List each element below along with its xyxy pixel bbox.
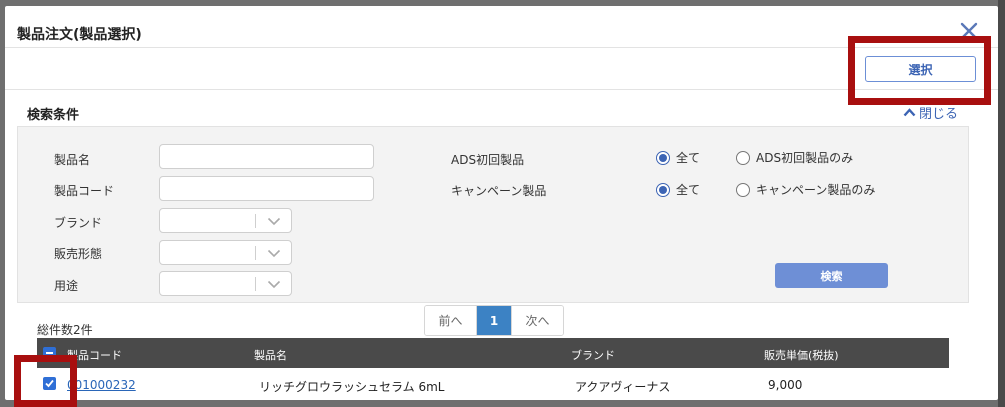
campaign-radio-only[interactable]: キャンペーン製品のみ (736, 181, 875, 198)
chevron-down-icon (267, 249, 281, 258)
modal-title: 製品注文(製品選択) (17, 27, 142, 43)
search-conditions-title: 検索条件 (27, 108, 80, 123)
table-row[interactable]: 001000232 リッチグロウラッシュセラム 6mL アクアヴィーナス 9,0… (37, 368, 949, 400)
chevron-up-icon (903, 108, 916, 117)
radio-empty-icon (736, 150, 750, 165)
select-separator (255, 214, 256, 228)
ads-label: ADS初回製品 (451, 153, 525, 167)
next-page-button[interactable]: 次へ (511, 306, 563, 335)
search-button[interactable]: 検索 (775, 263, 888, 288)
product-code-input[interactable] (159, 176, 374, 201)
brand-select[interactable] (159, 208, 292, 233)
campaign-option-only: キャンペーン製品のみ (756, 183, 876, 197)
ads-option-all: 全て (676, 151, 701, 165)
column-header-price: 販売単価(税抜) (764, 349, 839, 362)
pagination: 前へ 1 次へ (424, 305, 564, 336)
price-cell: 9,000 (768, 378, 803, 392)
ads-radio-only[interactable]: ADS初回製品のみ (736, 149, 853, 166)
radio-empty-icon (736, 182, 750, 197)
product-code-link[interactable]: 001000232 (67, 378, 136, 392)
total-count: 総件数2件 (37, 323, 93, 337)
collapse-link[interactable]: 閉じる (903, 103, 958, 122)
product-name-cell: リッチグロウラッシュセラム 6mL (259, 380, 445, 394)
chevron-down-icon (267, 217, 281, 226)
table-header: 製品コード 製品名 ブランド 販売単価(税抜) (37, 338, 949, 368)
highlight-row-checkbox (14, 355, 77, 407)
campaign-label: キャンペーン製品 (451, 184, 547, 198)
usage-label: 用途 (54, 279, 79, 293)
column-header-brand: ブランド (571, 349, 615, 362)
campaign-option-all: 全て (676, 183, 701, 197)
product-name-input[interactable] (159, 144, 374, 169)
ads-radio-all[interactable]: 全て (656, 149, 700, 166)
search-panel: 製品名 製品コード ブランド 販売形態 用途 ADS初回製品 全て ADS初回製… (17, 126, 969, 303)
highlight-select-button (848, 36, 991, 105)
campaign-radio-all[interactable]: 全て (656, 181, 700, 198)
column-header-name: 製品名 (254, 349, 287, 362)
collapse-label: 閉じる (919, 107, 959, 122)
brand-label: ブランド (54, 216, 103, 230)
sales-form-label: 販売形態 (54, 247, 103, 261)
radio-selected-icon (656, 182, 670, 197)
prev-page-button[interactable]: 前へ (425, 306, 477, 335)
window-edge (998, 0, 1005, 407)
ads-option-only: ADS初回製品のみ (756, 151, 854, 165)
brand-cell: アクアヴィーナス (575, 380, 671, 394)
page-1-button[interactable]: 1 (477, 306, 511, 335)
select-separator (255, 277, 256, 291)
radio-selected-icon (656, 150, 670, 165)
usage-select[interactable] (159, 271, 292, 296)
product-name-label: 製品名 (54, 153, 91, 167)
product-code-label: 製品コード (54, 184, 115, 198)
sales-form-select[interactable] (159, 240, 292, 265)
select-separator (255, 246, 256, 260)
chevron-down-icon (267, 280, 281, 289)
